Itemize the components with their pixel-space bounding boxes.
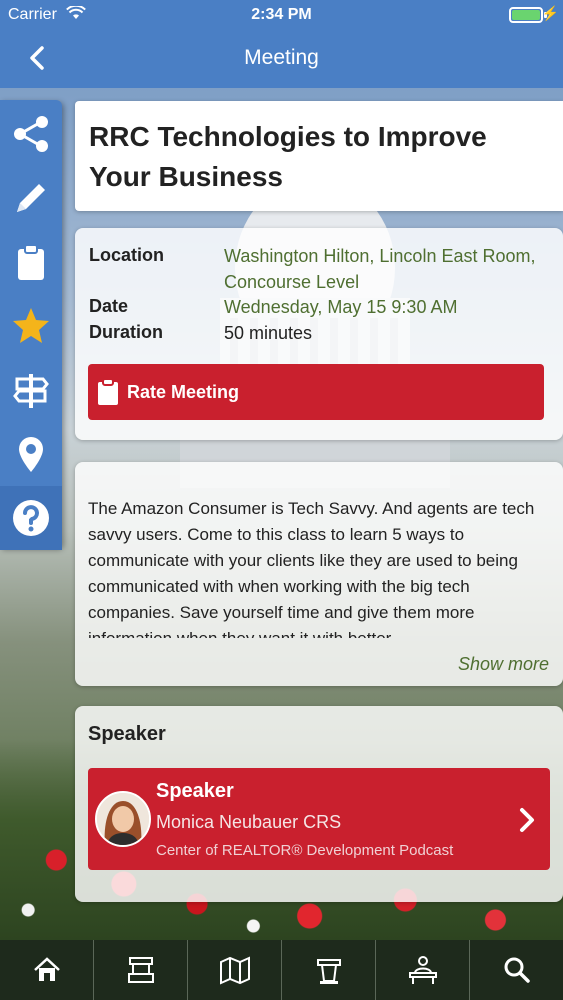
status-bar: Carrier 2:34 PM ⚡ bbox=[0, 0, 563, 30]
sidebar-item-favorite[interactable] bbox=[0, 294, 62, 358]
avatar bbox=[95, 791, 151, 847]
sidebar-item-survey[interactable] bbox=[0, 230, 62, 294]
tab-maps[interactable] bbox=[188, 940, 282, 1000]
clock: 2:34 PM bbox=[251, 6, 312, 23]
duration-label: Duration bbox=[89, 322, 163, 342]
meeting-info-card: Location Washington Hilton, Lincoln East… bbox=[75, 228, 563, 440]
sidebar-item-share[interactable] bbox=[0, 102, 62, 166]
presenter-icon bbox=[408, 956, 437, 984]
meeting-title-card: RRC Technologies to Improve Your Busines… bbox=[75, 101, 563, 211]
chevron-right-icon bbox=[520, 808, 534, 832]
location-value: Washington Hilton, Lincoln East Room, Co… bbox=[224, 246, 536, 292]
speaker-role: Speaker bbox=[156, 780, 234, 802]
podium-icon bbox=[316, 959, 341, 984]
map-icon bbox=[219, 956, 250, 985]
top-bar: Carrier 2:34 PM ⚡ Meeting bbox=[0, 0, 563, 88]
sidebar-item-location[interactable] bbox=[0, 422, 62, 486]
help-icon bbox=[13, 500, 49, 536]
page-title: Meeting bbox=[244, 46, 319, 69]
speaker-name: Monica Neubauer CRS bbox=[156, 812, 342, 832]
tab-home[interactable] bbox=[0, 940, 94, 1000]
search-icon bbox=[504, 957, 530, 983]
star-icon bbox=[13, 308, 49, 343]
home-icon bbox=[33, 957, 60, 981]
meeting-title: RRC Technologies to Improve Your Busines… bbox=[89, 121, 487, 192]
clipboard-icon bbox=[98, 378, 118, 405]
share-icon bbox=[14, 116, 48, 152]
signpost-icon bbox=[13, 374, 49, 408]
date-label: Date bbox=[89, 296, 129, 316]
show-more-link[interactable]: Show more bbox=[458, 654, 549, 675]
rate-meeting-label: Rate Meeting bbox=[127, 381, 240, 402]
tab-bar bbox=[0, 940, 563, 1000]
clipboard-icon bbox=[18, 244, 44, 280]
sidebar-item-directions[interactable] bbox=[0, 358, 62, 422]
tab-sessions[interactable] bbox=[282, 940, 376, 1000]
pencil-icon bbox=[17, 184, 45, 212]
sidebar-item-help[interactable] bbox=[0, 486, 62, 550]
booth-icon bbox=[127, 957, 154, 983]
description-card: The Amazon Consumer is Tech Savvy. And a… bbox=[75, 462, 563, 686]
location-label: Location bbox=[89, 245, 164, 265]
tab-speakers[interactable] bbox=[376, 940, 470, 1000]
rate-meeting-button[interactable]: Rate Meeting bbox=[88, 364, 544, 420]
sidebar-item-notes[interactable] bbox=[0, 166, 62, 230]
date-value: Wednesday, May 15 9:30 AM bbox=[224, 297, 458, 317]
sidebar bbox=[0, 100, 62, 550]
charging-icon: ⚡ bbox=[541, 5, 559, 21]
tab-search[interactable] bbox=[470, 940, 563, 1000]
meeting-description: The Amazon Consumer is Tech Savvy. And a… bbox=[88, 499, 535, 638]
tab-exhibitors[interactable] bbox=[94, 940, 188, 1000]
map-pin-icon bbox=[19, 437, 43, 472]
speaker-organization: Center of REALTOR® Development Podcast bbox=[156, 842, 454, 859]
speaker-card: Speaker Speaker Monica Neubauer CRS Cent… bbox=[75, 706, 563, 902]
battery-icon bbox=[509, 7, 543, 23]
speaker-heading: Speaker bbox=[88, 723, 166, 745]
duration-value: 50 minutes bbox=[224, 323, 313, 343]
speaker-row[interactable]: Speaker Monica Neubauer CRS Center of RE… bbox=[88, 768, 550, 870]
